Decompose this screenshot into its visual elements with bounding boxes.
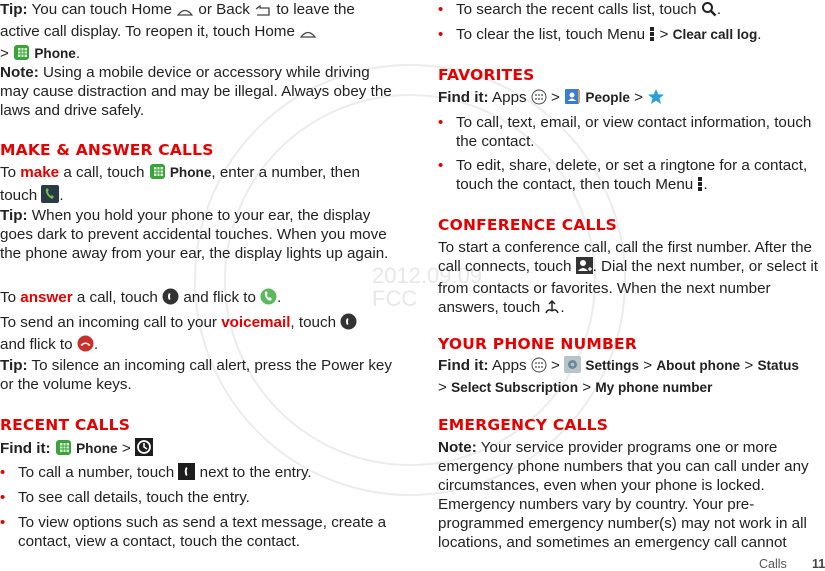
recent-clock-icon <box>134 438 153 461</box>
bullet-icon: • <box>438 114 444 131</box>
voicemail-text: To send an incoming call to your voicema… <box>0 313 395 357</box>
recent-find-it: Find it: Phone > <box>0 438 395 461</box>
home-icon <box>299 25 317 44</box>
conference-text: To start a conference call, call the fir… <box>438 238 825 320</box>
bullet-icon: • <box>438 26 444 43</box>
home-icon <box>176 3 194 22</box>
apps-icon <box>531 357 547 378</box>
heading-conference-calls: Conference Calls <box>438 216 618 234</box>
search-icon <box>701 1 717 22</box>
favorites-bullet-call: • To call, text, email, or view contact … <box>438 114 812 150</box>
bullet-icon: • <box>0 464 6 481</box>
apps-icon <box>531 89 547 110</box>
footer-section-name: Calls <box>759 557 787 571</box>
merge-calls-icon <box>544 299 560 320</box>
heading-your-phone-number: Your Phone Number <box>438 335 637 353</box>
tip-silence: Tip: To silence an incoming call alert, … <box>0 357 392 393</box>
page-number: 11 <box>812 557 825 571</box>
call-handset-icon <box>178 463 196 485</box>
phone-app-icon <box>149 163 166 185</box>
phone-number-find-it: Find it: Apps > Settings > About phone >… <box>438 356 799 396</box>
incoming-call-handle-icon <box>162 288 179 310</box>
back-icon <box>254 3 272 22</box>
emergency-note: Note: Your service provider programs one… <box>438 439 809 551</box>
phone-app-icon <box>55 439 72 461</box>
people-app-icon <box>564 88 581 110</box>
settings-gear-icon <box>564 356 582 378</box>
recent-bullet-call-number: • To call a number, touch next to the en… <box>0 463 395 485</box>
add-call-icon <box>575 257 593 279</box>
tip-display-dark: Tip: When you hold your phone to your ea… <box>0 207 389 262</box>
star-favorites-icon <box>647 88 665 110</box>
heading-recent-calls: Recent Calls <box>0 416 131 434</box>
incoming-call-handle-icon <box>340 313 357 335</box>
heading-emergency-calls: Emergency Calls <box>438 416 609 434</box>
recent-bullet-search: • To search the recent calls list, touch… <box>438 0 825 22</box>
heading-make-answer-calls: Make & Answer Calls <box>0 141 214 159</box>
favorites-bullet-edit: • To edit, share, delete, or set a ringt… <box>438 156 825 197</box>
bullet-icon: • <box>0 514 6 531</box>
tip-leave-call: Tip: You can touch Home or Back to leave… <box>0 0 395 66</box>
recent-bullet-clear: • To clear the list, touch Menu > Clear … <box>438 25 825 47</box>
make-call-text: To make a call, touch Phone, enter a num… <box>0 163 395 208</box>
decline-red-icon <box>77 335 94 357</box>
heading-favorites: Favorites <box>438 66 535 84</box>
answer-call-text: To answer a call, touch and flick to . <box>0 288 395 310</box>
answer-green-icon <box>260 288 277 310</box>
bullet-icon: • <box>438 157 444 174</box>
dial-call-icon <box>41 185 60 208</box>
favorites-find-it: Find it: Apps > People > <box>438 88 825 110</box>
recent-bullet-view-options: • To view options such as send a text me… <box>0 514 387 550</box>
bullet-icon: • <box>438 1 444 18</box>
recent-bullet-call-details: • To see call details, touch the entry. <box>0 489 250 506</box>
note-driving: Note: Using a mobile device or accessory… <box>0 64 392 119</box>
bullet-icon: • <box>0 489 6 506</box>
